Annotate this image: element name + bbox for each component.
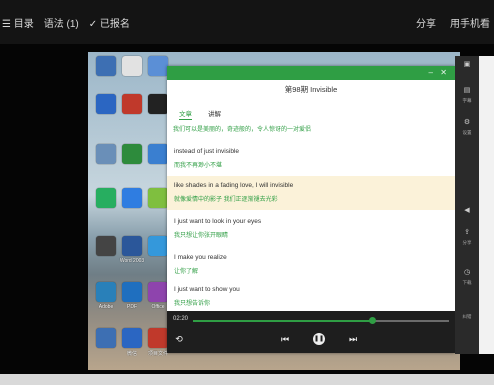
- notes-button[interactable]: 语法 (1): [44, 15, 79, 30]
- share-icon[interactable]: ⇪: [461, 228, 473, 238]
- lesson-title: 第98期 Invisible: [284, 85, 338, 94]
- progress-handle[interactable]: [369, 317, 377, 324]
- phone-view-button[interactable]: 用手机看: [450, 15, 490, 30]
- firefox-icon: [96, 282, 116, 302]
- tab-article[interactable]: 文章: [179, 108, 192, 120]
- progress-fill: [193, 320, 373, 322]
- sentence-item[interactable]: instead of just invisible 而我不再渺小不堪: [167, 144, 455, 176]
- app-icon: [122, 188, 142, 208]
- volume-icon[interactable]: ◀: [461, 206, 473, 216]
- tab-explanation[interactable]: 讲解: [208, 108, 221, 120]
- sentence-english: instead of just invisible: [174, 148, 240, 155]
- folder-icon: [148, 56, 168, 76]
- timer-icon[interactable]: ◷: [461, 268, 473, 278]
- audio-player: 02:20 ⟲ ⏮ ❚❚ ⏭: [167, 311, 455, 353]
- sidebar-label: 下载: [462, 280, 472, 285]
- app-icon: [148, 144, 168, 164]
- desktop-label: Word 2003: [119, 258, 145, 264]
- app-icon: [148, 328, 168, 348]
- app-icon: [122, 94, 142, 114]
- app-icon: [96, 328, 116, 348]
- minimize-icon[interactable]: –: [429, 68, 433, 77]
- app-icon: [122, 328, 142, 348]
- share-button[interactable]: 分享: [416, 15, 436, 30]
- lesson-tabs: 文章 讲解: [179, 108, 221, 120]
- sidebar-label: 设置: [462, 130, 472, 135]
- sentence-item[interactable]: I just want to look in your eyes 我只想让你张开…: [167, 214, 455, 246]
- registered-button[interactable]: ✓ 已报名: [89, 15, 130, 30]
- sentence-english: I make you realize: [174, 254, 227, 261]
- bottom-strip: [0, 374, 494, 385]
- sentence-item[interactable]: I make you realize 让你了解: [167, 250, 455, 282]
- network-icon: [122, 56, 142, 76]
- window-icon[interactable]: ▣: [461, 60, 473, 70]
- top-bar: ☰ 目录 语法 (1) ✓ 已报名 分享 用手机看: [0, 0, 494, 44]
- lesson-summary: 我们可以是美丽的，奇迹般的，令人惊讶的一对爱侣: [173, 127, 312, 133]
- right-toolbar: ▣ ▤ 字幕 ⚙ 设置 ◀ ⇪ 分享 ◷ 下载 纠错: [455, 56, 479, 354]
- sentence-chinese: 我只想告诉你: [174, 301, 211, 307]
- next-icon[interactable]: ⏭: [347, 333, 359, 345]
- app-icon: [148, 282, 168, 302]
- app-icon: [122, 282, 142, 302]
- lesson-window: – ✕ 第98期 Invisible 文章 讲解 我们可以是美丽的，奇迹般的，令…: [167, 66, 455, 353]
- app-icon: [148, 188, 168, 208]
- sentence-chinese: 我只想让你张开眼睛: [174, 233, 229, 239]
- menu-button[interactable]: ☰ 目录: [2, 15, 34, 30]
- qq-icon: [148, 94, 168, 114]
- sentence-chinese: 让你了解: [174, 269, 199, 275]
- sentence-english: like shades in a fading love, I will inv…: [174, 182, 294, 189]
- wechat-icon: [96, 188, 116, 208]
- computer-icon: [96, 56, 116, 76]
- sidebar-label: 纠错: [462, 314, 472, 319]
- sentence-chinese: 就像爱情中的影子 我们正逐渐褪去光彩: [174, 197, 278, 203]
- app-icon: [148, 236, 168, 256]
- sentence-chinese: 而我不再渺小不堪: [174, 163, 223, 169]
- sentence-item-active[interactable]: like shades in a fading love, I will inv…: [167, 176, 455, 210]
- file-icon: [96, 144, 116, 164]
- chat-panel-edge: [479, 56, 494, 354]
- window-titlebar: – ✕: [167, 66, 455, 80]
- excel-icon: [122, 144, 142, 164]
- sentence-item[interactable]: I just want to show you 我只想告诉你: [167, 282, 455, 310]
- sidebar-label: 分享: [462, 240, 472, 245]
- menu-label: 目录: [13, 19, 34, 30]
- progress-track[interactable]: [193, 317, 449, 324]
- subtitle-icon[interactable]: ▤: [461, 86, 473, 96]
- current-time: 02:20: [173, 316, 189, 322]
- sentence-english: I just want to show you: [174, 286, 240, 293]
- loop-icon[interactable]: ⟲: [173, 333, 185, 345]
- registered-label: 已报名: [99, 19, 130, 30]
- pause-button[interactable]: ❚❚: [313, 333, 325, 345]
- close-icon[interactable]: ✕: [440, 68, 447, 77]
- sentence-english: I just want to look in your eyes: [174, 218, 262, 225]
- browser-icon: [96, 94, 116, 114]
- settings-icon[interactable]: ⚙: [461, 118, 473, 128]
- file-icon: [96, 236, 116, 256]
- word-icon: [122, 236, 142, 256]
- previous-icon[interactable]: ⏮: [279, 333, 291, 345]
- sidebar-label: 字幕: [462, 98, 472, 103]
